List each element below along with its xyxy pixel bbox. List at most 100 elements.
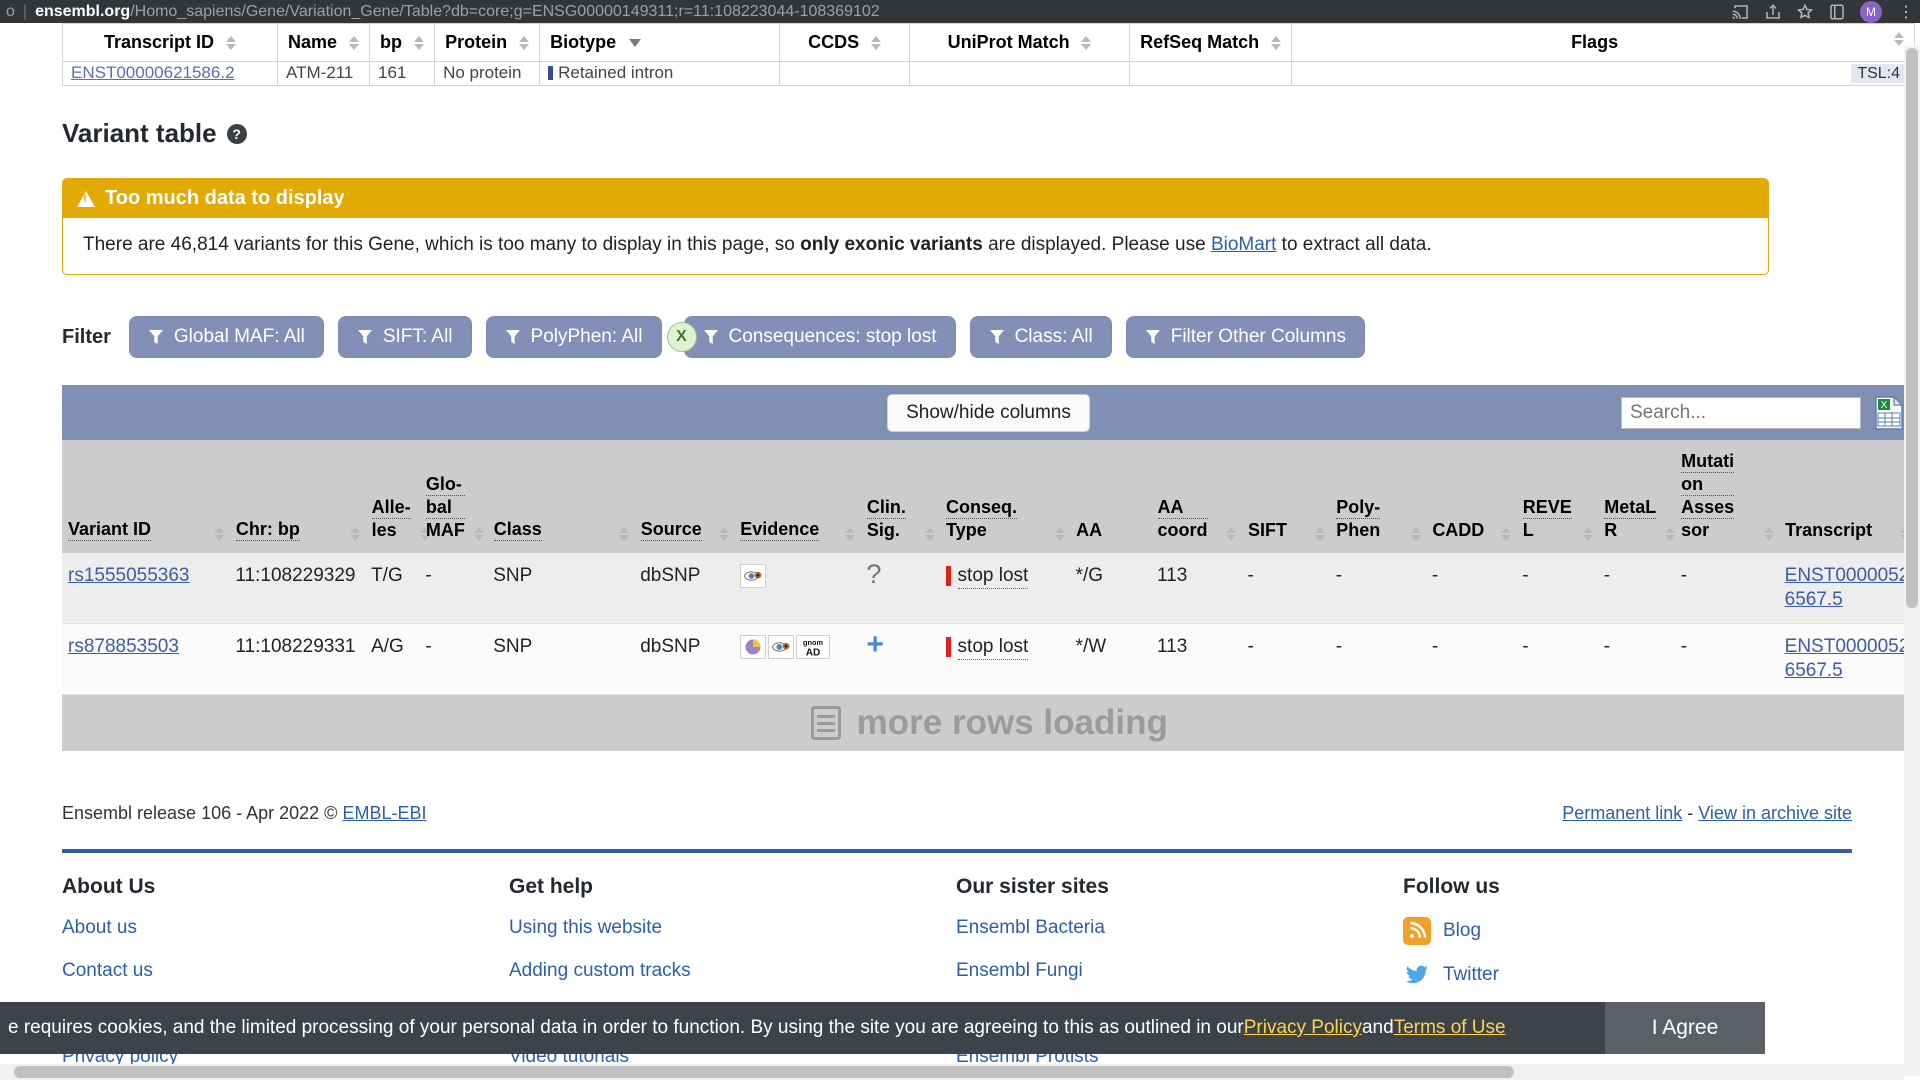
privacy-policy-link[interactable]: Privacy Policy [1244,1017,1362,1039]
th-clin-sig[interactable]: Clin. Sig. [860,440,941,553]
filter-class-button[interactable]: Class: All [969,316,1112,358]
share-icon[interactable] [1764,3,1782,21]
sort-descending-icon[interactable] [629,39,642,48]
browser-address-bar[interactable]: o | ensembl.org/Homo_sapiens/Gene/Variat… [0,0,1920,23]
th-flags[interactable]: Flags [1291,23,1915,62]
frequency-icon[interactable] [767,635,794,659]
sort-arrows-icon[interactable] [870,36,881,51]
cell-transcript[interactable]: ENST00000526567.5 [1778,623,1915,695]
sort-arrows-icon[interactable] [1582,527,1593,541]
horizontal-scrollbar[interactable] [0,1064,1904,1080]
cell-transcript-id[interactable]: ENST00000621586.2 [62,61,278,86]
url-text[interactable]: o | ensembl.org/Homo_sapiens/Gene/Variat… [0,4,880,20]
pie-chart-icon[interactable] [739,635,766,659]
sort-arrows-icon[interactable] [518,36,529,51]
cell-transcript[interactable]: ENST00000526567.5 [1778,553,1915,624]
horizontal-scrollbar-thumb[interactable] [14,1066,1514,1078]
excel-export-icon[interactable]: X [1873,395,1905,430]
sort-arrows-icon[interactable] [1763,527,1774,541]
footer-link-adding-custom-tracks[interactable]: Adding custom tracks [509,960,956,982]
footer-link-ensembl-fungi[interactable]: Ensembl Fungi [956,960,1403,982]
embl-ebi-link[interactable]: EMBL-EBI [342,803,426,823]
search-input[interactable] [1621,396,1861,429]
th-variant-id[interactable]: Variant ID [62,440,230,553]
terms-of-use-link[interactable]: Terms of Use [1394,1017,1506,1039]
th-conseq-type[interactable]: Conseq. Type [939,440,1071,553]
permanent-link[interactable]: Permanent link [1562,803,1682,823]
question-mark-icon[interactable]: ? [226,123,247,144]
sort-arrows-icon[interactable] [924,527,935,541]
th-polyphen[interactable]: Poly- Phen [1329,440,1427,553]
sort-arrows-icon[interactable] [350,527,361,541]
sort-arrows-icon[interactable] [1314,527,1325,541]
sort-arrows-icon[interactable] [1665,527,1676,541]
show-hide-columns-button[interactable]: Show/hide columns [887,393,1090,432]
vertical-scrollbar[interactable] [1904,46,1920,1076]
th-alleles[interactable]: Alle-les [365,440,430,553]
sort-arrows-icon[interactable] [1226,527,1237,541]
filter-polyphen-button[interactable]: PolyPhen: All [485,316,662,358]
th-biotype[interactable]: Biotype [539,23,781,62]
th-chr-bp[interactable]: Chr: bp [229,440,366,553]
sort-arrows-icon[interactable] [1270,36,1281,51]
sort-arrows-icon[interactable] [473,527,484,541]
footer-link-ensembl-bacteria[interactable]: Ensembl Bacteria [956,917,1403,939]
cell-variant-id[interactable]: rs878853503 [62,623,230,695]
th-sift[interactable]: SIFT [1241,440,1331,553]
variant-id-link[interactable]: rs1555055363 [68,565,190,586]
sort-arrows-icon[interactable] [845,527,856,541]
sort-arrows-icon[interactable] [225,36,236,51]
th-uniprot-match[interactable]: UniProt Match [909,23,1131,62]
filter-consequences-button[interactable]: X Consequences: stop lost [666,316,956,358]
th-aa-coord[interactable]: AA coord [1151,440,1242,553]
th-bp[interactable]: bp [369,23,436,62]
biomart-link[interactable]: BioMart [1211,234,1276,255]
transcript-link[interactable]: ENST00000621586.2 [71,63,235,82]
th-global-maf[interactable]: Glo-bal MAF [419,440,488,553]
frequency-icon[interactable] [739,564,766,588]
th-name[interactable]: Name [276,23,371,62]
cell-variant-id[interactable]: rs1555055363 [62,553,230,624]
footer-link-contact-us[interactable]: Contact us [62,960,509,982]
sort-arrows-icon[interactable] [1893,32,1904,46]
filter-sift-button[interactable]: SIFT: All [337,316,472,358]
sort-arrows-icon[interactable] [619,527,630,541]
sort-arrows-icon[interactable] [214,527,225,541]
sort-arrows-icon[interactable] [1410,527,1421,541]
reading-list-icon[interactable] [1828,3,1846,21]
th-aa[interactable]: AA [1069,440,1152,553]
th-class[interactable]: Class [487,440,635,553]
th-transcript[interactable]: Transcript [1778,440,1915,553]
social-link-twitter[interactable]: Twitter [1403,961,1850,989]
bookmark-star-icon[interactable] [1796,2,1814,21]
variant-id-link[interactable]: rs878853503 [68,636,179,657]
th-metalr[interactable]: MetaL R [1597,440,1676,553]
filter-other-columns-button[interactable]: Filter Other Columns [1125,316,1365,358]
i-agree-button[interactable]: I Agree [1605,1002,1765,1054]
sort-arrows-icon[interactable] [348,36,359,51]
archive-site-link[interactable]: View in archive site [1698,803,1852,823]
social-link-blog[interactable]: Blog [1403,917,1850,945]
gnomad-icon[interactable]: gnom AD [795,635,830,659]
kebab-menu-icon[interactable]: ⋮ [1896,2,1916,22]
sort-arrows-icon[interactable] [1081,36,1092,51]
vertical-scrollbar-thumb[interactable] [1906,48,1918,608]
th-protein[interactable]: Protein [434,23,541,62]
th-evidence[interactable]: Evidence [733,440,861,553]
th-transcript-id[interactable]: Transcript ID [62,23,278,62]
cast-icon[interactable] [1732,3,1750,21]
transcript-link[interactable]: ENST00000526567.5 [1785,565,1910,610]
th-mutation-assessor[interactable]: Mutati on Asses sor [1674,440,1780,553]
th-cadd[interactable]: CADD [1425,440,1517,553]
footer-link-about-us[interactable]: About us [62,917,509,939]
transcript-link[interactable]: ENST00000526567.5 [1785,636,1910,681]
th-revel[interactable]: REVE L [1516,440,1599,553]
footer-link-using-this-website[interactable]: Using this website [509,917,956,939]
th-ccds[interactable]: CCDS [779,23,911,62]
sort-arrows-icon[interactable] [413,36,424,51]
clear-filter-icon[interactable]: X [666,322,697,352]
profile-avatar-icon[interactable]: M [1860,0,1882,23]
sort-arrows-icon[interactable] [718,527,729,541]
th-refseq-match[interactable]: RefSeq Match [1129,23,1293,62]
sort-arrows-icon[interactable] [1054,527,1065,541]
